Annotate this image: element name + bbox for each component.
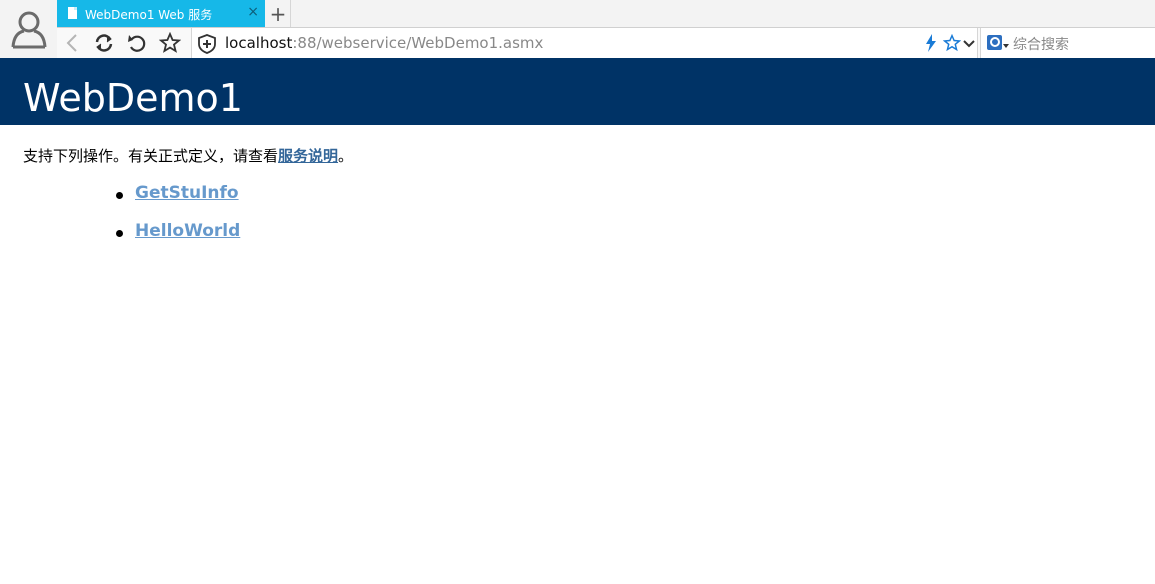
- operation-link-helloworld[interactable]: HelloWorld: [135, 221, 240, 241]
- operation-link-getstuinfo[interactable]: GetStuInfo: [135, 183, 239, 203]
- search-placeholder: 综合搜索: [1013, 37, 1069, 53]
- shield-icon: [198, 34, 216, 54]
- undo-icon: [128, 35, 146, 52]
- undo-button[interactable]: [126, 32, 148, 54]
- chevron-down-icon: [963, 40, 975, 48]
- address-dropdown-button[interactable]: [959, 32, 979, 54]
- intro-text: 支持下列操作。有关正式定义，请查看: [23, 147, 279, 165]
- tab-active[interactable]: WebDemo1 Web 服务 ×: [57, 0, 265, 27]
- tab-title: WebDemo1 Web 服务: [85, 8, 213, 22]
- tab-strip: WebDemo1 Web 服务 × +: [57, 0, 1155, 28]
- refresh-icon: [95, 34, 113, 52]
- document-icon: [68, 7, 77, 19]
- intro-paragraph: 支持下列操作。有关正式定义，请查看服务说明。: [23, 145, 353, 166]
- search-engine-icon[interactable]: [987, 35, 1002, 50]
- service-description-link[interactable]: 服务说明: [278, 147, 338, 165]
- list-item: HelloWorld: [115, 221, 240, 259]
- nav-bar: localhost:88/webservice/WebDemo1.asmx 综合…: [57, 28, 1155, 58]
- address-path: :88/webservice/WebDemo1.asmx: [292, 34, 544, 52]
- refresh-button[interactable]: [93, 32, 115, 54]
- back-icon: [66, 34, 77, 52]
- caret-down-icon: [1003, 44, 1009, 48]
- address-text[interactable]: localhost:88/webservice/WebDemo1.asmx: [225, 34, 543, 52]
- star-icon: [159, 32, 181, 53]
- list-item: GetStuInfo: [115, 183, 240, 221]
- intro-end: 。: [338, 147, 354, 165]
- new-tab-button[interactable]: +: [266, 0, 291, 27]
- favorite-button[interactable]: [159, 32, 181, 54]
- address-bar[interactable]: localhost:88/webservice/WebDemo1.asmx: [191, 28, 978, 58]
- tab-close-icon[interactable]: ×: [247, 3, 259, 21]
- browser-chrome: WebDemo1 Web 服务 × + localhost:88/webserv…: [0, 0, 1155, 59]
- back-button[interactable]: [62, 32, 84, 54]
- user-avatar[interactable]: [0, 0, 58, 58]
- page-title: WebDemo1: [23, 76, 243, 120]
- address-host: localhost: [225, 34, 293, 52]
- user-icon: [11, 11, 47, 49]
- search-box[interactable]: 综合搜索: [980, 28, 1155, 58]
- operations-list: GetStuInfo HelloWorld: [115, 183, 240, 259]
- lightning-icon[interactable]: [925, 34, 937, 52]
